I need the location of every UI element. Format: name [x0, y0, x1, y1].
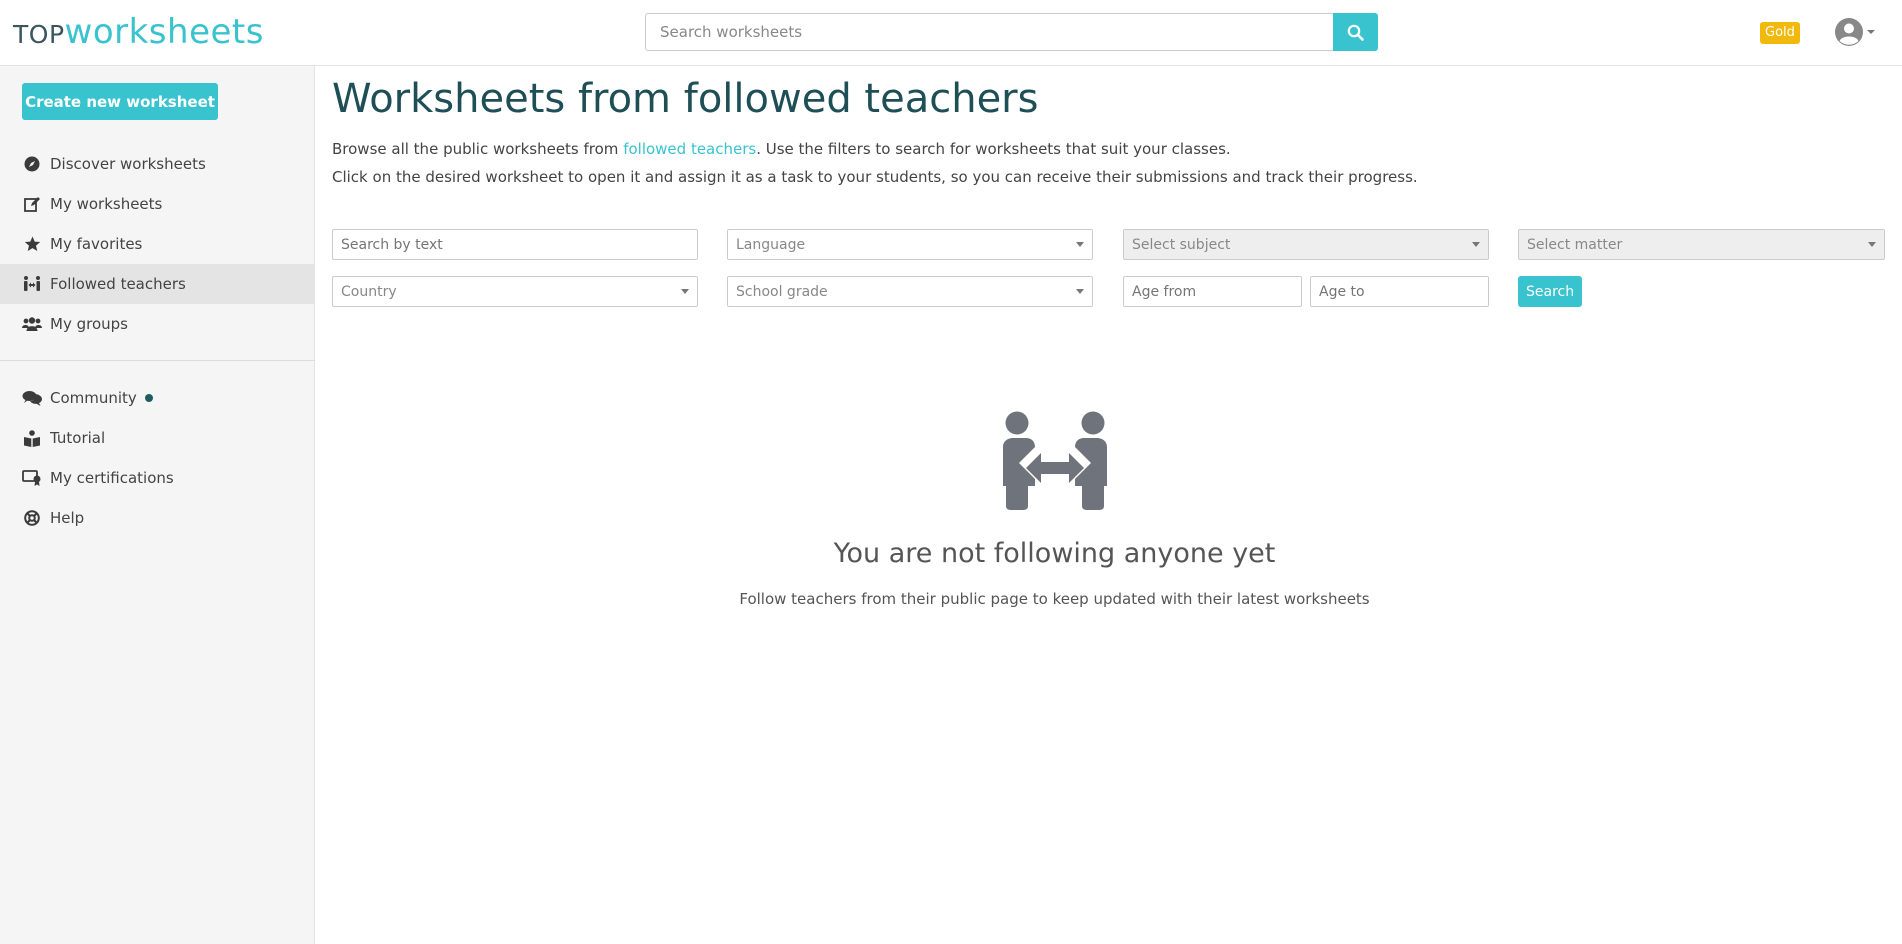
sidebar-item-label: Tutorial — [50, 429, 106, 447]
certificate-icon — [22, 469, 42, 487]
sidebar-item-my-favorites[interactable]: My favorites — [0, 224, 315, 264]
description-text: . Use the filters to search for workshee… — [756, 140, 1231, 158]
chevron-down-icon — [681, 289, 689, 294]
empty-state-subtitle: Follow teachers from their public page t… — [739, 590, 1370, 608]
language-select-value: Language — [736, 236, 806, 253]
subject-select[interactable]: Select subject — [1123, 229, 1489, 260]
header-search — [645, 13, 1378, 51]
sidebar-item-label: My certifications — [50, 469, 174, 487]
sidebar-nav-main: Discover worksheets My worksheets My fav… — [0, 144, 315, 344]
gold-badge[interactable]: Gold — [1760, 22, 1800, 44]
sidebar-item-label: Community — [50, 389, 137, 407]
notification-dot — [144, 394, 153, 402]
sidebar-item-community[interactable]: Community — [0, 378, 315, 418]
people-arrows-icon — [22, 275, 42, 293]
school-grade-select-value: School grade — [736, 283, 828, 300]
top-header: TOP worksheets Gold — [0, 0, 1902, 66]
sidebar-item-label: Followed teachers — [50, 275, 186, 293]
matter-select-value: Select matter — [1527, 236, 1623, 253]
search-icon — [1347, 24, 1364, 41]
book-reader-icon — [22, 429, 42, 447]
people-arrows-icon — [1002, 411, 1107, 510]
chevron-down-icon — [1867, 30, 1875, 34]
sidebar-item-help[interactable]: Help — [0, 498, 315, 538]
life-ring-icon — [22, 509, 42, 527]
logo-top-text: TOP — [13, 20, 65, 49]
empty-state-title: You are not following anyone yet — [833, 538, 1276, 569]
subject-select-value: Select subject — [1132, 236, 1231, 253]
sidebar-item-my-worksheets[interactable]: My worksheets — [0, 184, 315, 224]
sidebar: Create new worksheet Discover worksheets… — [0, 66, 315, 944]
sidebar-item-label: Discover worksheets — [50, 155, 206, 173]
sidebar-item-label: My worksheets — [50, 195, 163, 213]
country-select-value: Country — [341, 283, 397, 300]
comments-icon — [22, 389, 42, 407]
chevron-down-icon — [1076, 242, 1084, 247]
sidebar-item-label: My groups — [50, 315, 128, 333]
logo-worksheets-text: worksheets — [64, 12, 264, 52]
sidebar-item-discover[interactable]: Discover worksheets — [0, 144, 315, 184]
language-select[interactable]: Language — [727, 229, 1093, 260]
filter-search-button[interactable]: Search — [1518, 276, 1583, 307]
school-grade-select[interactable]: School grade — [727, 276, 1093, 307]
chevron-down-icon — [1472, 242, 1480, 247]
sidebar-item-my-groups[interactable]: My groups — [0, 304, 315, 344]
logo[interactable]: TOP worksheets — [13, 12, 264, 52]
sidebar-nav-secondary: Community Tutorial My certifications Hel… — [0, 378, 315, 538]
search-button[interactable] — [1333, 13, 1378, 51]
description-line-1: Browse all the public worksheets from fo… — [332, 140, 1231, 158]
chevron-down-icon — [1868, 242, 1876, 247]
sidebar-item-tutorial[interactable]: Tutorial — [0, 418, 315, 458]
matter-select[interactable]: Select matter — [1518, 229, 1885, 260]
search-input[interactable] — [645, 13, 1333, 51]
user-menu[interactable] — [1834, 17, 1875, 47]
country-select[interactable]: Country — [332, 276, 698, 307]
sidebar-item-followed-teachers[interactable]: Followed teachers — [0, 264, 315, 304]
user-avatar-icon — [1835, 18, 1863, 46]
edit-icon — [22, 195, 42, 213]
age-to-input[interactable] — [1310, 276, 1489, 307]
compass-icon — [22, 155, 42, 173]
sidebar-item-my-certifications[interactable]: My certifications — [0, 458, 315, 498]
age-from-input[interactable] — [1123, 276, 1302, 307]
sidebar-item-label: Help — [50, 509, 85, 527]
sidebar-divider — [0, 360, 315, 361]
search-by-text-input[interactable] — [332, 229, 698, 260]
page-title: Worksheets from followed teachers — [332, 76, 1039, 122]
followed-teachers-link[interactable]: followed teachers — [623, 140, 756, 158]
description-text: Browse all the public worksheets from — [332, 140, 624, 158]
description-line-2: Click on the desired worksheet to open i… — [332, 168, 1418, 186]
sidebar-item-label: My favorites — [50, 235, 143, 253]
empty-state — [332, 411, 1777, 515]
create-worksheet-button[interactable]: Create new worksheet — [22, 83, 218, 120]
star-icon — [22, 235, 42, 253]
chevron-down-icon — [1076, 289, 1084, 294]
users-icon — [22, 315, 42, 333]
